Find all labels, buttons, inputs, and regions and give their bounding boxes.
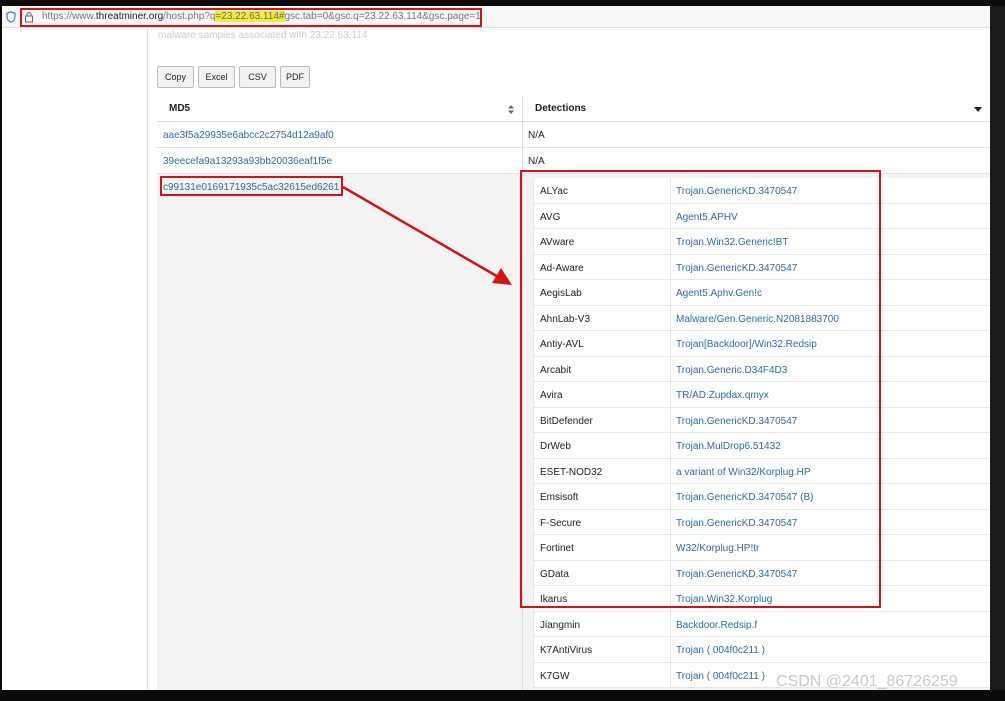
caret-down-icon[interactable] — [974, 107, 982, 112]
detections-column-header[interactable]: Detections — [523, 96, 990, 122]
md5-link[interactable]: 39eecefa9a13293a93bb20036eaf1f5e — [163, 156, 332, 167]
shield-icon — [6, 11, 16, 23]
engine-name: K7GW — [540, 670, 570, 682]
detections-header-label: Detections — [535, 103, 587, 114]
engine-name: Jiangmin — [540, 619, 581, 631]
window-edge — [990, 6, 1005, 690]
pdf-button[interactable]: PDF — [280, 66, 310, 88]
detections-annotation-box — [520, 170, 881, 608]
md5-header-label: MD5 — [169, 103, 191, 114]
detections-value: N/A — [528, 156, 545, 167]
section-heading-faded: malware samples associated with 23.22.63… — [158, 30, 368, 41]
cell-divider — [670, 662, 671, 687]
left-panel — [2, 28, 148, 690]
detection-result-link[interactable]: Trojan ( 004f0c211 ) — [676, 645, 765, 656]
url-annotation-box — [20, 8, 482, 27]
detection-row: Jiangmin Backdoor.Redsip.f — [533, 611, 990, 637]
cell-divider — [670, 637, 671, 662]
detection-result-link[interactable]: Backdoor.Redsip.f — [676, 620, 757, 631]
md5-annotation-box — [160, 176, 343, 196]
cell-divider — [670, 611, 671, 636]
csv-button[interactable]: CSV — [239, 66, 276, 88]
sort-icon[interactable] — [508, 105, 514, 114]
excel-button[interactable]: Excel — [198, 66, 235, 88]
detections-value: N/A — [528, 130, 545, 141]
table-row: aae3f5a29935e6abcc2c2754d12a9af0 N/A — [157, 122, 990, 148]
engine-name: K7AntiVirus — [540, 645, 593, 656]
address-bar[interactable]: https://www.threatminer.org/host.php?q=2… — [2, 6, 990, 28]
md5-column-header[interactable]: MD5 — [157, 96, 523, 122]
detection-row: K7AntiVirus Trojan ( 004f0c211 ) — [533, 637, 990, 663]
detection-result-link[interactable]: Trojan ( 004f0c211 ) — [676, 671, 765, 682]
watermark: CSDN @2401_86726259 — [776, 673, 958, 690]
md5-link[interactable]: aae3f5a29935e6abcc2c2754d12a9af0 — [163, 130, 334, 141]
copy-button[interactable]: Copy — [157, 66, 194, 88]
